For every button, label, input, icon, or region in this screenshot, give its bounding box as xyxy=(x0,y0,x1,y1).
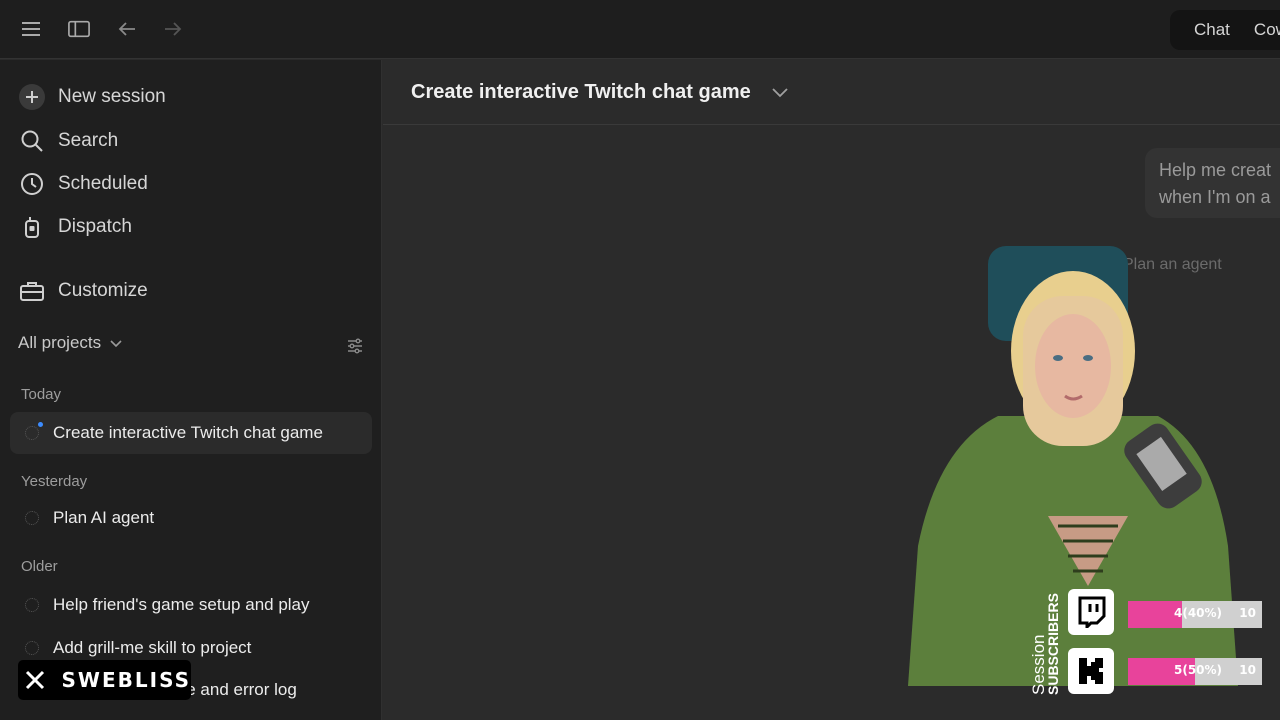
filter-sliders-icon[interactable] xyxy=(345,336,365,356)
twitch-progress-label: 4(40%) xyxy=(1174,606,1223,620)
kick-progress-label: 5(50%) xyxy=(1174,663,1223,677)
chat-header: Create interactive Twitch chat game xyxy=(383,60,1280,125)
user-message-line: Help me creat xyxy=(1159,160,1272,180)
session-item[interactable]: Plan AI agent xyxy=(10,497,372,539)
kick-icon xyxy=(1068,648,1114,694)
subscribers-word: SUBSCRIBERS xyxy=(1045,593,1061,695)
menu-icon[interactable] xyxy=(21,18,43,40)
toolbox-icon xyxy=(18,277,46,305)
session-label: Help friend's game setup and play xyxy=(53,595,310,614)
all-projects-dropdown[interactable]: All projects xyxy=(18,333,123,353)
all-projects-label: All projects xyxy=(18,333,102,352)
chevron-down-icon xyxy=(109,338,123,348)
session-label: Create interactive Twitch chat game xyxy=(53,423,323,442)
user-message-line: when I'm on a xyxy=(1159,187,1271,207)
status-dot-icon xyxy=(25,641,39,655)
twitch-icon xyxy=(1068,589,1114,635)
forward-arrow-icon[interactable] xyxy=(162,18,184,40)
plus-icon xyxy=(18,83,46,111)
kick-goal-label: 10 xyxy=(1239,663,1256,677)
nav-label-search: Search xyxy=(58,130,119,151)
nav-label-dispatch: Dispatch xyxy=(58,216,132,237)
session-label: Plan AI agent xyxy=(53,508,155,527)
back-arrow-icon[interactable] xyxy=(116,18,138,40)
walkie-talkie-icon xyxy=(18,213,46,241)
social-handle-badge: SWEBLISS xyxy=(18,660,191,700)
twitch-goal-label: 10 xyxy=(1239,606,1256,620)
app-window: Chat Cow New session Search Scheduled xyxy=(0,0,1280,720)
x-logo-icon xyxy=(18,670,52,690)
section-yesterday: Yesterday xyxy=(21,473,88,490)
twitch-progress-bar: 4(40%) 10 xyxy=(1128,601,1262,628)
section-today: Today xyxy=(21,386,62,403)
new-session-button[interactable]: New session xyxy=(18,82,166,112)
sidebar: New session Search Scheduled Dispatch Cu… xyxy=(0,60,382,720)
section-older: Older xyxy=(21,558,58,575)
user-message-bubble: Help me creat when I'm on a xyxy=(1145,148,1280,218)
dispatch-button[interactable]: Dispatch xyxy=(18,212,132,242)
session-label: Add grill-me skill to project xyxy=(53,638,252,657)
session-item[interactable]: Create interactive Twitch chat game xyxy=(10,412,372,454)
nav-label-customize: Customize xyxy=(58,280,148,301)
clock-icon xyxy=(18,170,46,198)
search-button[interactable]: Search xyxy=(18,126,118,156)
scheduled-button[interactable]: Scheduled xyxy=(18,169,148,199)
customize-button[interactable]: Customize xyxy=(18,276,148,306)
session-item[interactable]: Help friend's game setup and play xyxy=(10,584,372,626)
nav-label-new-session: New session xyxy=(58,86,166,107)
session-subscribers-label: Session SUBSCRIBERS xyxy=(1029,593,1061,695)
sidebar-toggle-icon[interactable] xyxy=(68,18,90,40)
chat-title[interactable]: Create interactive Twitch chat game xyxy=(411,81,751,104)
tab-cowork[interactable]: Cow xyxy=(1254,20,1280,40)
mode-switch: Chat Cow xyxy=(1170,10,1280,50)
status-dot-icon xyxy=(25,598,39,612)
tab-chat[interactable]: Chat xyxy=(1194,20,1230,40)
status-dot-icon xyxy=(25,511,39,525)
status-dot-icon xyxy=(25,422,43,440)
search-icon xyxy=(18,127,46,155)
chevron-down-icon[interactable] xyxy=(771,83,789,101)
handle-name: SWEBLISS xyxy=(61,668,191,692)
nav-label-scheduled: Scheduled xyxy=(58,173,148,194)
kick-progress-bar: 5(50%) 10 xyxy=(1128,658,1262,685)
top-bar: Chat Cow xyxy=(0,0,1280,59)
